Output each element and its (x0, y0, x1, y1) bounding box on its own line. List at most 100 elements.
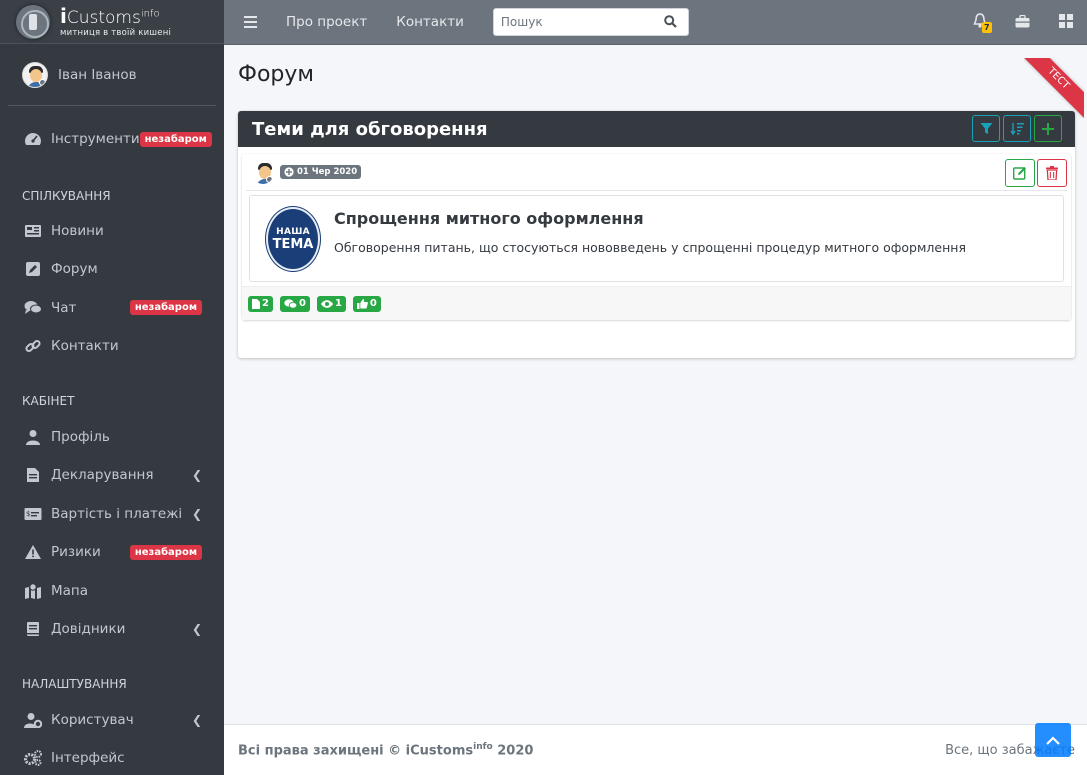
user-name[interactable]: Іван Іванов (58, 67, 137, 83)
topic-logo-line2: ТЕМА (272, 236, 314, 252)
edit-post-button[interactable] (1005, 159, 1035, 187)
brand-name-prefix: i (60, 3, 67, 28)
eye-icon (320, 299, 333, 308)
search-icon[interactable] (664, 13, 677, 32)
sidebar-item-contacts[interactable]: Контакти (0, 327, 224, 366)
delete-post-button[interactable] (1037, 159, 1067, 187)
newspaper-icon (24, 222, 42, 240)
sidebar-item-label: Новини (51, 222, 104, 239)
plus-circle-icon (284, 167, 294, 177)
apps-button[interactable] (1044, 13, 1087, 32)
nav-link-about[interactable]: Про проект (286, 14, 367, 30)
content-wrapper: Форум ТЕСТ Теми для обговорення 01 Чер 2… (224, 45, 1087, 724)
brand-name: iCustomsinfo (60, 6, 171, 27)
money-check-icon: $ (24, 505, 42, 523)
ribbon: ТЕСТ (1024, 58, 1084, 118)
sidebar-item-label: Профіль (51, 428, 110, 445)
chevron-left-icon: ❮ (191, 712, 202, 727)
topic-logo: НАША ТЕМА (266, 207, 320, 271)
post-stats: 2 0 1 0 (242, 286, 1071, 320)
likes-count-badge: 0 (352, 295, 381, 312)
date-badge: 01 Чер 2020 (280, 165, 362, 179)
topic-item[interactable]: НАША ТЕМА Спрощення митного оформлення О… (249, 195, 1064, 282)
ribbon-label: ТЕСТ (1024, 58, 1084, 118)
chevron-left-icon: ❮ (191, 468, 202, 483)
menu-toggle-icon[interactable] (244, 16, 264, 28)
brand-tagline: митниця в твоїй кишені (60, 27, 172, 38)
sidebar-item-label: Ризики (51, 544, 101, 561)
brand-text: iCustomsinfo митниця в твоїй кишені (60, 6, 171, 38)
brand-name-sup: info (140, 8, 160, 20)
tachometer-icon (24, 130, 42, 148)
search-input[interactable] (493, 15, 664, 29)
sidebar-item-profile[interactable]: Профіль (0, 418, 224, 457)
topic-title[interactable]: Спрощення митного оформлення (334, 209, 644, 228)
topic-post: 01 Чер 2020 НАША ТЕМА Спрощення митного … (242, 154, 1071, 320)
sort-button[interactable] (1003, 115, 1031, 142)
filter-icon (980, 123, 992, 134)
sidebar-item-label: Вартість і платежі (51, 505, 183, 522)
sidebar-item-costs[interactable]: $ Вартість і платежі ❮ (0, 495, 224, 534)
sidebar-nav: Інструменти незабаром (0, 120, 224, 159)
sidebar-nav-settings: Користувач ❮ Інтерфейс (0, 701, 224, 775)
user-icon (24, 428, 42, 446)
footer-copyright-year: 2020 (492, 743, 534, 759)
avatar (252, 160, 274, 184)
sidebar-item-user[interactable]: Користувач ❮ (0, 701, 224, 740)
add-topic-button[interactable] (1034, 115, 1062, 142)
sidebar-item-tools[interactable]: Інструменти незабаром (0, 120, 224, 159)
views-count-badge: 1 (316, 295, 346, 312)
sidebar-item-label: Контакти (51, 338, 119, 355)
status-badge: незабаром (139, 131, 212, 147)
sidebar-item-interface[interactable]: Інтерфейс (0, 739, 224, 775)
page-title: Форум (238, 62, 314, 87)
topic-description: Обговорення питань, що стосуються нововв… (334, 240, 966, 255)
nav-header-settings: НАЛАШТУВАННЯ (22, 676, 127, 691)
file-icon (252, 298, 260, 309)
user-cog-icon (24, 711, 42, 729)
footer-copyright-sup: info (473, 741, 493, 752)
sidebar-item-label: Довідники (51, 621, 126, 638)
file-icon (24, 466, 42, 484)
sidebar-item-declaring[interactable]: Декларування ❮ (0, 456, 224, 495)
likes-count: 0 (369, 298, 377, 309)
svg-text:$: $ (26, 510, 30, 518)
sidebar-item-forum[interactable]: Форум (0, 250, 224, 289)
sidebar-item-references[interactable]: Довідники ❮ (0, 610, 224, 649)
sidebar-item-label: Декларування (51, 467, 154, 484)
card-header: Теми для обговорення (238, 111, 1075, 147)
files-count: 2 (262, 298, 269, 309)
sidebar-item-label: Форум (51, 261, 98, 278)
comments-count: 0 (298, 298, 306, 309)
back-to-top-button[interactable] (1035, 723, 1071, 757)
user-panel[interactable]: Іван Іванов (8, 44, 216, 106)
filter-button[interactable] (972, 115, 1000, 142)
nav-link-contacts[interactable]: Контакти (396, 14, 464, 30)
card-tools (972, 115, 1062, 142)
views-count: 1 (334, 298, 342, 309)
sidebar-item-news[interactable]: Новини (0, 212, 224, 251)
sidebar-nav-cabinet: Профіль Декларування ❮ $ Вартість і плат… (0, 418, 224, 649)
notifications-button[interactable]: 7 (958, 13, 1001, 33)
sort-amount-icon (1010, 123, 1024, 135)
toolbox-button[interactable] (1001, 13, 1044, 32)
sidebar-item-label: Інтерфейс (51, 750, 125, 767)
book-icon (24, 620, 42, 638)
chevron-left-icon: ❮ (191, 506, 202, 521)
cogs-icon (24, 749, 42, 767)
warning-icon (24, 543, 42, 561)
topic-logo-line1: НАША (276, 226, 310, 237)
chevron-up-icon (1046, 735, 1060, 745)
brand-link[interactable]: iCustomsinfo митниця в твоїй кишені (0, 0, 224, 44)
post-actions (1005, 159, 1067, 187)
map-marked-icon (24, 582, 42, 600)
sidebar-item-label: Мапа (51, 582, 89, 599)
footer-copyright: Всі права захищені © iCustomsinfo 2020 (238, 742, 533, 758)
status-badge: незабаром (129, 300, 202, 316)
sidebar: iCustomsinfo митниця в твоїй кишені Іван… (0, 0, 224, 775)
status-badge: незабаром (129, 544, 202, 560)
files-count-badge: 2 (248, 295, 273, 312)
sidebar-item-map[interactable]: Мапа (0, 572, 224, 611)
sidebar-item-risks[interactable]: Ризики незабаром (0, 533, 224, 572)
sidebar-item-chat[interactable]: Чат незабаром (0, 289, 224, 328)
